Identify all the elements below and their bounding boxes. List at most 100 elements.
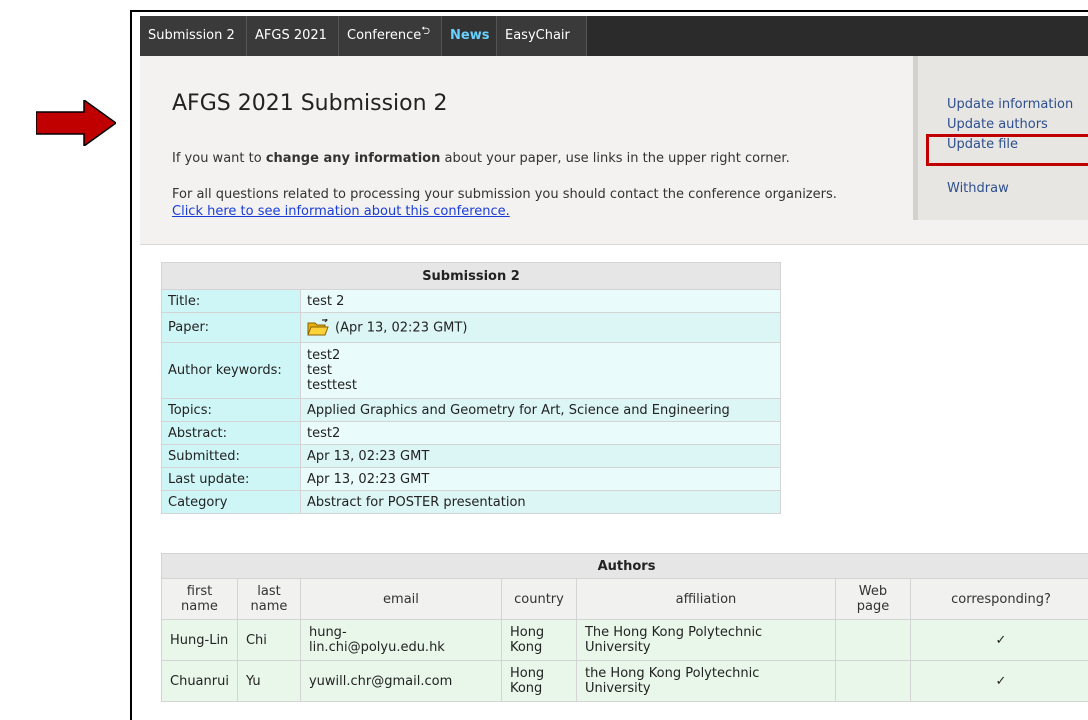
folder-icon[interactable] [307,319,329,337]
abstract-value: test2 [301,422,781,445]
last-update-value: Apr 13, 02:23 GMT [301,468,781,491]
corresponding-check: ✓ [910,661,1088,702]
header-text: first [170,584,229,599]
table-row: Abstract: test2 [162,422,781,445]
nav-label: News [450,28,489,43]
country: HongKong [501,661,576,702]
keyword: testtest [307,378,774,393]
text: about your paper, use links in the upper… [440,151,789,166]
affiliation: The Hong Kong PolytechnicUniversity [576,620,835,661]
topics-value: Applied Graphics and Geometry for Art, S… [301,399,781,422]
first-name: Hung-Lin [162,620,238,661]
submission-heading: Submission 2 [162,263,781,290]
browser-frame: Submission 2 AFGS 2021 Conference⮌ News … [130,10,1088,720]
highlight-box [926,134,1088,166]
header-text: name [246,599,292,614]
row-label: Paper: [162,313,301,343]
conference-info-link[interactable]: Click here to see information about this… [172,204,510,219]
update-authors-link[interactable]: Update authors [947,117,1048,132]
table-row: Hung-Lin Chi hung-lin.chi@polyu.edu.hk H… [162,620,1088,661]
last-name: Yu [237,661,300,702]
nav-item-easychair[interactable]: EasyChair [497,16,587,56]
table-row: Author keywords: test2 test testtest [162,343,781,399]
title-value: test 2 [301,290,781,313]
web-page [835,620,910,661]
country-line: Hong [510,666,568,681]
table-header-row: Authors [162,554,1088,579]
email: yuwill.chr@gmail.com [300,661,501,702]
category-value: Abstract for POSTER presentation [301,491,781,514]
paper-value: (Apr 13, 02:23 GMT) [301,313,781,343]
keyword: test2 [307,348,774,363]
bold-text: change any information [266,151,441,166]
keywords-value: test2 test testtest [301,343,781,399]
action-sidebar: Update information Update authors Update… [913,56,1088,220]
nav-item-submission[interactable]: Submission 2 [140,16,247,56]
nav-label: Conference [347,28,421,43]
col-corresponding: corresponding? [910,579,1088,620]
country-line: Kong [510,640,568,655]
col-first-name: firstname [162,579,238,620]
affiliation-line: The Hong Kong Polytechnic [585,625,827,640]
row-label: Topics: [162,399,301,422]
corresponding-check: ✓ [910,620,1088,661]
table-row: Last update: Apr 13, 02:23 GMT [162,468,781,491]
table-row: Chuanrui Yu yuwill.chr@gmail.com HongKon… [162,661,1088,702]
col-affiliation: affiliation [576,579,835,620]
nav-item-afgs[interactable]: AFGS 2021 [247,16,339,56]
col-last-name: lastname [237,579,300,620]
row-label: Title: [162,290,301,313]
nav-item-conference[interactable]: Conference⮌ [339,16,442,56]
text: If you want to [172,151,266,166]
table-row: Category Abstract for POSTER presentatio… [162,491,781,514]
table-row: Topics: Applied Graphics and Geometry fo… [162,399,781,422]
affiliation-line: the Hong Kong Polytechnic [585,666,827,681]
header-text: Web [844,584,902,599]
col-country: country [501,579,576,620]
nav-label: AFGS 2021 [255,28,327,43]
authors-table: Authors firstname lastname email country… [161,553,1088,702]
last-name: Chi [237,620,300,661]
row-label: Category [162,491,301,514]
row-label: Submitted: [162,445,301,468]
update-information-link[interactable]: Update information [947,97,1073,112]
header-text: page [844,599,902,614]
paper-date: (Apr 13, 02:23 GMT) [335,320,467,335]
email-line: lin.chi@polyu.edu.hk [309,640,493,655]
row-label: Abstract: [162,422,301,445]
keyword: test [307,363,774,378]
affiliation-line: University [585,640,827,655]
email: hung-lin.chi@polyu.edu.hk [300,620,501,661]
page-title: AFGS 2021 Submission 2 [172,91,448,116]
header-text: name [170,599,229,614]
red-arrow-icon [36,100,116,146]
affiliation: the Hong Kong PolytechnicUniversity [576,661,835,702]
table-row: Submitted: Apr 13, 02:23 GMT [162,445,781,468]
row-label: Author keywords: [162,343,301,399]
email-line: hung- [309,625,493,640]
top-nav-bar: Submission 2 AFGS 2021 Conference⮌ News … [140,16,1088,56]
column-header-row: firstname lastname email country affilia… [162,579,1088,620]
header-text: last [246,584,292,599]
col-web-page: Webpage [835,579,910,620]
contact-paragraph: For all questions related to processing … [172,187,837,202]
web-page [835,661,910,702]
col-email: email [300,579,501,620]
nav-item-news[interactable]: News [442,16,497,56]
authors-heading: Authors [162,554,1088,579]
nav-label: EasyChair [505,28,570,43]
row-label: Last update: [162,468,301,491]
page-header: AFGS 2021 Submission 2 If you want to ch… [140,56,1088,245]
submission-table: Submission 2 Title: test 2 Paper: (Apr 1… [161,262,781,514]
nav-label: Submission 2 [148,28,235,43]
table-header-row: Submission 2 [162,263,781,290]
email-line: yuwill.chr@gmail.com [309,674,493,689]
country-line: Hong [510,625,568,640]
country: HongKong [501,620,576,661]
country-line: Kong [510,681,568,696]
table-row: Title: test 2 [162,290,781,313]
withdraw-link[interactable]: Withdraw [947,181,1009,196]
first-name: Chuanrui [162,661,238,702]
affiliation-line: University [585,681,827,696]
submitted-value: Apr 13, 02:23 GMT [301,445,781,468]
